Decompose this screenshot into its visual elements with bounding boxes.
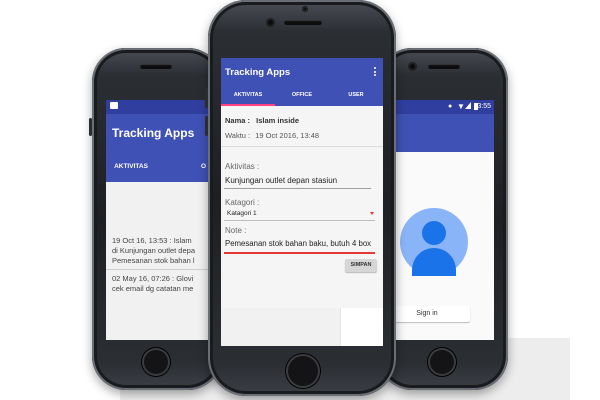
right-home-button[interactable]: [428, 348, 456, 376]
center-app-title: Tracking Apps: [225, 67, 291, 78]
center-home-button[interactable]: [286, 354, 320, 388]
list-item[interactable]: 19 Oct 16, 13:53 : Islam di Kunjungan ou…: [112, 236, 208, 266]
nama-row: Nama : Islam inside: [225, 116, 300, 125]
aktivitas-underline: [224, 188, 371, 189]
dropdown-arrow-icon[interactable]: [370, 212, 374, 215]
note-input[interactable]: Pemesanan stok bahan baku, butuh 4 box: [225, 239, 371, 248]
kategori-underline: [224, 220, 375, 221]
aktivitas-input[interactable]: Kunjungan outlet depan stasiun: [225, 176, 337, 185]
center-phone: Tracking Apps AKTIVITAS OFFICE USER Nama…: [205, 0, 396, 396]
simpan-button[interactable]: SIMPAN: [345, 259, 377, 272]
left-tab-aktivitas[interactable]: AKTIVITAS: [106, 152, 156, 182]
sign-in-button[interactable]: Sign in: [392, 306, 470, 322]
center-tabs: AKTIVITAS OFFICE USER: [221, 88, 383, 106]
location-icon: ●: [448, 103, 453, 110]
wifi-icon: ▼: [457, 102, 465, 111]
briefcase-icon: [110, 102, 118, 109]
center-app-bar: Tracking Apps: [221, 58, 383, 88]
kategori-select[interactable]: Katagori 1: [227, 210, 257, 217]
center-empty-area: [221, 308, 383, 346]
left-screen: Tracking Apps AKTIVITAS O 19 Oct 16, 13:…: [106, 100, 208, 340]
left-phone: Tracking Apps AKTIVITAS O 19 Oct 16, 13:…: [89, 48, 222, 390]
activity-form: Nama : Islam inside Waktu : 19 Oct 2016,…: [221, 106, 383, 308]
note-underline: [224, 252, 375, 254]
left-status-bar: [106, 100, 208, 114]
right-phone: ● ▼ 13:55 Sign in: [378, 48, 508, 390]
more-vert-icon[interactable]: [374, 67, 377, 76]
right-app-bar: [392, 114, 494, 152]
right-status-bar: ● ▼ 13:55: [392, 100, 494, 114]
tab-user[interactable]: USER: [329, 88, 383, 106]
left-tab-office[interactable]: O: [156, 152, 208, 182]
aktivitas-label: Aktivitas :: [225, 162, 260, 171]
center-screen: Tracking Apps AKTIVITAS OFFICE USER Nama…: [221, 58, 383, 346]
left-tabs: AKTIVITAS O: [106, 152, 208, 182]
kategori-label: Katagori :: [225, 198, 260, 207]
account-avatar-icon: [400, 208, 468, 276]
left-app-bar: Tracking Apps: [106, 114, 208, 152]
left-home-button[interactable]: [142, 348, 170, 376]
signal-icon: [465, 102, 471, 109]
left-app-title: Tracking Apps: [112, 126, 195, 140]
list-item[interactable]: 02 May 16, 07:26 : Glovi cek email dg ca…: [112, 274, 208, 294]
clock-text: 13:55: [473, 103, 491, 110]
waktu-row: Waktu : 19 Oct 2016, 13:48: [225, 131, 320, 140]
tab-office[interactable]: OFFICE: [275, 88, 329, 106]
note-label: Note :: [225, 226, 247, 235]
tab-aktivitas[interactable]: AKTIVITAS: [221, 88, 275, 106]
left-activity-list: 19 Oct 16, 13:53 : Islam di Kunjungan ou…: [106, 182, 208, 340]
right-screen: ● ▼ 13:55 Sign in: [392, 100, 494, 340]
